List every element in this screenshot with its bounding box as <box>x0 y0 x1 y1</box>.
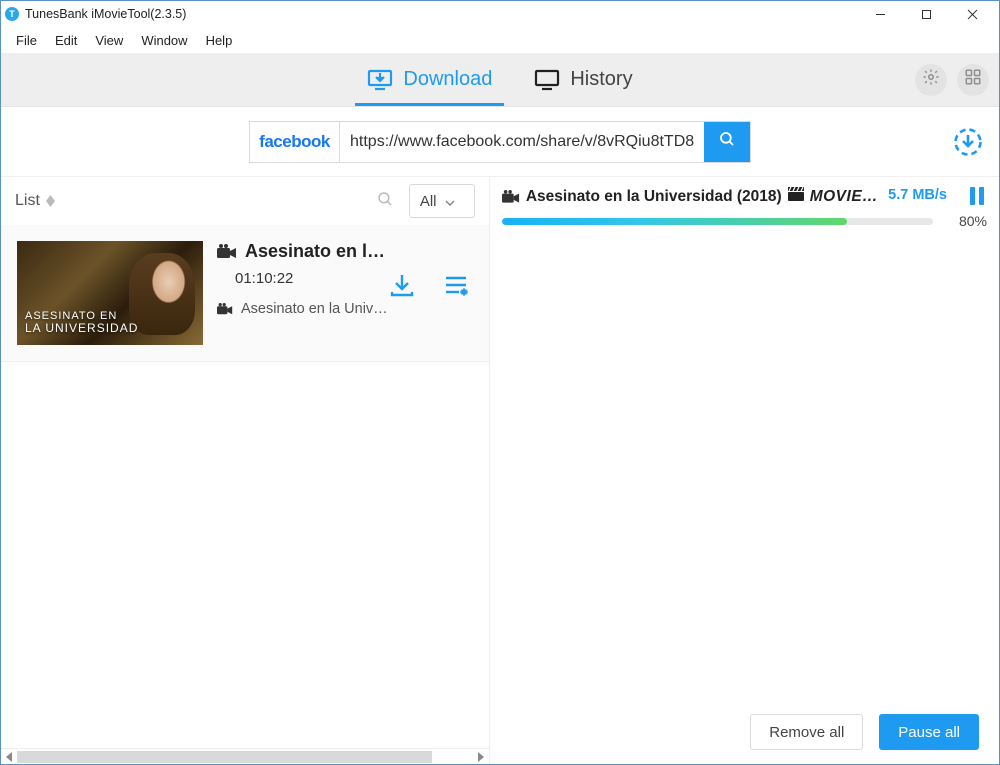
video-list: ASESINATO EN LA UNIVERSIDAD Asesinato en… <box>1 225 489 748</box>
list-item[interactable]: ASESINATO EN LA UNIVERSIDAD Asesinato en… <box>1 225 489 362</box>
list-search-button[interactable] <box>371 187 399 215</box>
camera-icon <box>502 190 520 204</box>
camera-icon <box>217 244 237 260</box>
history-icon <box>534 69 560 91</box>
camera-icon <box>217 303 233 316</box>
download-title: Asesinato en la Universidad (2018) <box>526 188 782 206</box>
url-input[interactable] <box>340 122 704 162</box>
video-subtitle: Asesinato en la Univ… <box>241 301 388 317</box>
list-sort-toggle[interactable]: List <box>15 192 55 210</box>
maximize-button[interactable] <box>903 1 949 27</box>
downloads-pane: Asesinato en la Universidad (2018) MOVIE… <box>490 177 999 764</box>
minimize-button[interactable] <box>857 1 903 27</box>
url-searchbox: facebook <box>249 121 751 163</box>
search-icon <box>376 190 394 213</box>
search-button[interactable] <box>704 122 750 162</box>
remove-all-button[interactable]: Remove all <box>750 714 863 750</box>
item-download-button[interactable] <box>387 273 417 301</box>
download-icon <box>367 69 393 91</box>
menu-file[interactable]: File <box>7 31 46 50</box>
filter-select[interactable]: All <box>409 184 475 218</box>
horizontal-scrollbar[interactable] <box>1 748 489 764</box>
clapper-icon <box>788 187 804 206</box>
menu-edit[interactable]: Edit <box>46 31 86 50</box>
video-title: Asesinato en l… <box>245 241 385 262</box>
progress-percent: 80% <box>947 213 987 229</box>
search-row: facebook <box>1 107 999 177</box>
search-icon <box>718 130 736 153</box>
left-pane: List All <box>1 177 490 764</box>
menubar: File Edit View Window Help <box>1 27 999 53</box>
list-settings-icon <box>443 273 469 302</box>
window-title: TunesBank iMovieTool(2.3.5) <box>25 7 186 21</box>
tab-download-label: Download <box>403 68 492 91</box>
tab-history[interactable]: History <box>530 54 636 105</box>
download-circle-icon <box>953 144 983 161</box>
main-tabs: Download History <box>1 53 999 107</box>
scroll-right-arrow[interactable] <box>473 750 487 764</box>
scroll-thumb[interactable] <box>17 751 432 763</box>
titlebar: T TunesBank iMovieTool(2.3.5) <box>1 1 999 27</box>
tab-history-label: History <box>570 68 632 91</box>
video-thumbnail: ASESINATO EN LA UNIVERSIDAD <box>17 241 203 345</box>
menu-help[interactable]: Help <box>197 31 242 50</box>
download-item: Asesinato en la Universidad (2018) MOVIE… <box>502 187 987 229</box>
tab-download[interactable]: Download <box>363 54 496 105</box>
downloads-actions: Remove all Pause all <box>502 702 987 764</box>
menu-view[interactable]: View <box>86 31 132 50</box>
settings-button[interactable] <box>915 64 947 96</box>
window-controls <box>857 1 995 27</box>
scroll-track[interactable] <box>17 750 473 764</box>
pause-download-button[interactable] <box>969 187 987 207</box>
app-window: T TunesBank iMovieTool(2.3.5) File Edit … <box>0 0 1000 765</box>
grid-icon <box>964 68 982 91</box>
app-icon: T <box>5 7 19 21</box>
download-speed: 5.7 MB/s <box>888 187 947 203</box>
bulk-download-button[interactable] <box>953 127 983 157</box>
scroll-left-arrow[interactable] <box>3 750 17 764</box>
download-icon <box>389 273 415 302</box>
gear-icon <box>922 68 940 91</box>
download-tag: MOVIE… <box>810 188 878 206</box>
source-chip[interactable]: facebook <box>250 122 340 162</box>
close-button[interactable] <box>949 1 995 27</box>
item-settings-button[interactable] <box>441 273 471 301</box>
list-label: List <box>15 192 40 210</box>
list-header: List All <box>1 177 489 225</box>
pause-all-button[interactable]: Pause all <box>879 714 979 750</box>
filter-value: All <box>420 193 437 210</box>
sort-icon <box>46 195 55 207</box>
chevron-down-icon <box>445 193 455 210</box>
apps-button[interactable] <box>957 64 989 96</box>
menu-window[interactable]: Window <box>132 31 196 50</box>
thumb-caption-line2: LA UNIVERSIDAD <box>25 322 138 335</box>
pause-icon <box>969 192 985 209</box>
body: List All <box>1 177 999 764</box>
progress-bar <box>502 218 933 225</box>
progress-fill <box>502 218 847 225</box>
